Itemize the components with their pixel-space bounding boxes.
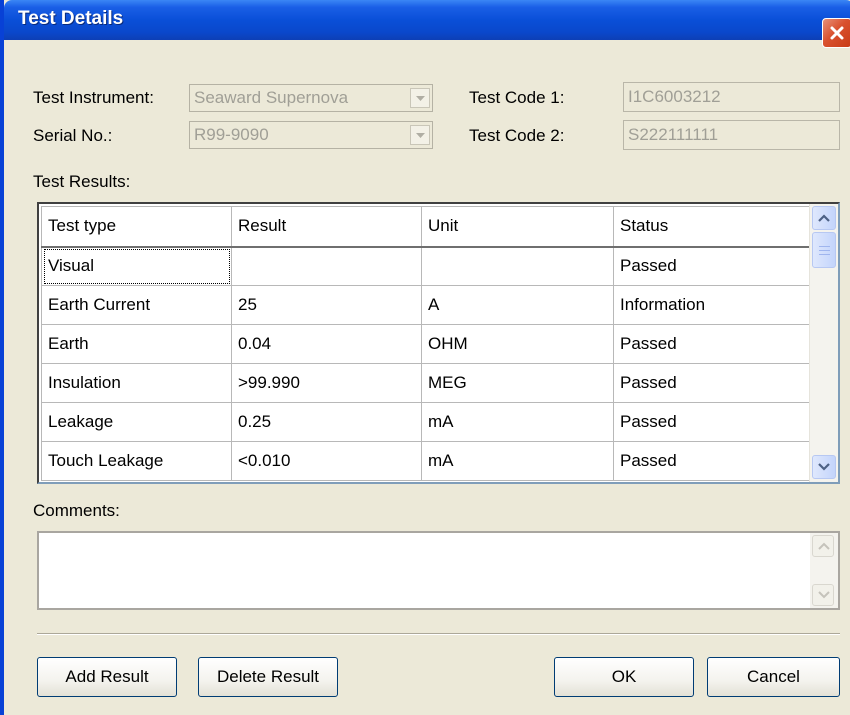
column-header-status[interactable]: Status — [613, 206, 810, 248]
test-code-1-label: Test Code 1: — [469, 88, 565, 107]
comments-scrollbar[interactable] — [810, 533, 838, 608]
cell-result[interactable]: 0.04 — [231, 324, 422, 364]
comments-scroll-down-button[interactable] — [812, 584, 834, 606]
table-row[interactable]: Leakage 0.25 mA Passed — [41, 402, 810, 442]
cell-unit[interactable]: MEG — [421, 363, 614, 403]
chevron-down-icon — [818, 463, 830, 471]
cell-result[interactable]: 25 — [231, 285, 422, 325]
add-result-button[interactable]: Add Result — [37, 657, 177, 697]
scroll-down-button[interactable] — [812, 455, 836, 479]
cell-unit[interactable] — [421, 246, 614, 286]
cell-test-type[interactable]: Earth Current — [41, 285, 232, 325]
test-instrument-value: Seaward Supernova — [194, 88, 349, 107]
cell-status[interactable]: Passed — [613, 402, 810, 442]
test-code-1-field[interactable]: I1C6003212 — [623, 82, 840, 112]
close-button[interactable] — [822, 18, 850, 48]
comments-label: Comments: — [33, 501, 120, 520]
serial-no-label: Serial No.: — [33, 126, 113, 145]
serial-no-combo[interactable]: R99-9090 — [189, 121, 433, 149]
cell-result[interactable]: >99.990 — [231, 363, 422, 403]
cell-status[interactable]: Passed — [613, 324, 810, 364]
chevron-up-icon — [818, 214, 830, 222]
cell-status[interactable]: Passed — [613, 441, 810, 481]
table-row[interactable]: Insulation >99.990 MEG Passed — [41, 363, 810, 403]
table-row[interactable]: Earth Current 25 A Information — [41, 285, 810, 325]
test-instrument-dropdown-button[interactable] — [410, 88, 430, 108]
table-row[interactable]: Touch Leakage <0.010 mA Passed — [41, 441, 810, 481]
cell-test-type[interactable]: Leakage — [41, 402, 232, 442]
cell-status[interactable]: Passed — [613, 246, 810, 286]
cell-status[interactable]: Information — [613, 285, 810, 325]
cell-status[interactable]: Passed — [613, 363, 810, 403]
chevron-down-icon — [416, 96, 425, 101]
scroll-up-button[interactable] — [812, 206, 836, 230]
column-header-unit[interactable]: Unit — [421, 206, 614, 248]
chevron-up-icon — [818, 542, 830, 550]
serial-no-dropdown-button[interactable] — [410, 125, 430, 145]
cell-result[interactable]: <0.010 — [231, 441, 422, 481]
ok-button[interactable]: OK — [554, 657, 694, 697]
test-code-2-label: Test Code 2: — [469, 126, 565, 145]
cell-unit[interactable]: OHM — [421, 324, 614, 364]
scroll-thumb[interactable] — [812, 232, 836, 268]
table-row[interactable]: Visual Passed — [41, 246, 810, 286]
cell-test-type[interactable]: Insulation — [41, 363, 232, 403]
cancel-button[interactable]: Cancel — [707, 657, 840, 697]
close-icon — [830, 26, 844, 40]
test-code-1-value: I1C6003212 — [628, 87, 721, 106]
window-title: Test Details — [18, 8, 124, 29]
cell-result[interactable]: 0.25 — [231, 402, 422, 442]
comments-textarea[interactable] — [37, 531, 840, 610]
column-header-test-type[interactable]: Test type — [41, 206, 232, 248]
cell-test-type[interactable]: Touch Leakage — [41, 441, 232, 481]
test-instrument-label: Test Instrument: — [33, 88, 154, 107]
test-results-label: Test Results: — [33, 172, 131, 191]
test-code-2-field[interactable]: S222111111 — [623, 120, 840, 150]
cell-unit[interactable]: mA — [421, 402, 614, 442]
test-instrument-combo[interactable]: Seaward Supernova — [189, 84, 433, 112]
column-header-result[interactable]: Result — [231, 206, 422, 248]
test-code-2-value: S222111111 — [628, 125, 719, 144]
divider — [37, 633, 840, 635]
results-vertical-scrollbar[interactable] — [809, 204, 838, 482]
cell-test-type[interactable]: Earth — [41, 324, 232, 364]
delete-result-button[interactable]: Delete Result — [198, 657, 338, 697]
chevron-down-icon — [818, 591, 830, 599]
table-row[interactable]: Earth 0.04 OHM Passed — [41, 324, 810, 364]
cell-result[interactable] — [231, 246, 422, 286]
cell-test-type[interactable]: Visual — [41, 246, 232, 286]
cell-unit[interactable]: A — [421, 285, 614, 325]
header-row: Test type Result Unit Status — [41, 206, 810, 248]
title-bar[interactable]: Test Details — [4, 0, 850, 40]
serial-no-value: R99-9090 — [194, 125, 269, 144]
results-table: Test type Result Unit Status Visual Pass… — [41, 206, 810, 481]
chevron-down-icon — [416, 133, 425, 138]
comments-scroll-up-button[interactable] — [812, 535, 834, 557]
test-details-dialog: Test Details Test Instrument: Seaward Su… — [0, 0, 850, 715]
test-results-grid[interactable]: Test type Result Unit Status Visual Pass… — [37, 202, 840, 484]
cell-unit[interactable]: mA — [421, 441, 614, 481]
